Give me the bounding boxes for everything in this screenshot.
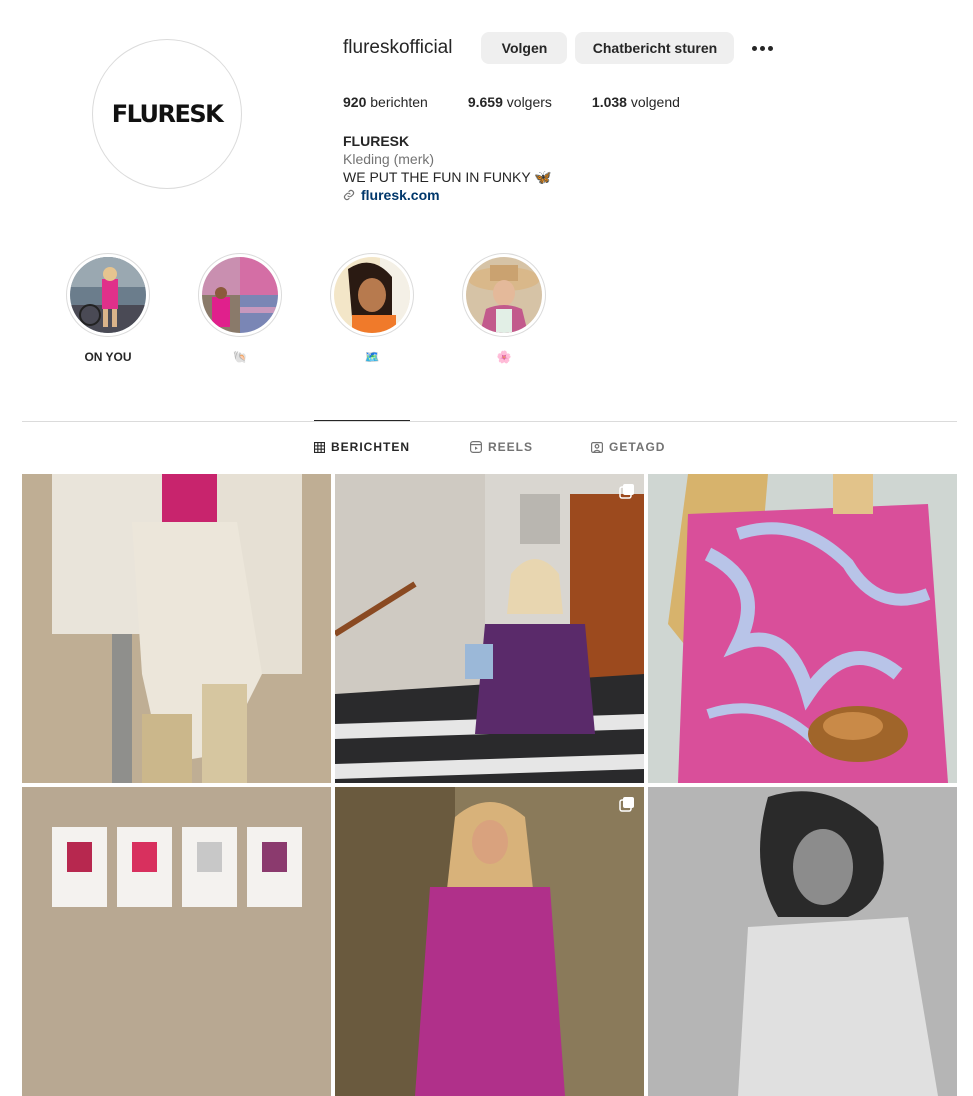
more-horizontal-icon[interactable]	[746, 40, 779, 57]
post-thumbnail[interactable]	[648, 474, 957, 783]
post-thumbnail[interactable]	[335, 474, 644, 783]
username: flureskofficial	[343, 37, 453, 58]
profile-bio: FLURESK Kleding (merk) WE PUT THE FUN IN…	[343, 132, 552, 204]
post-image	[648, 787, 957, 1096]
highlight-item[interactable]: 🐚	[198, 253, 282, 364]
bio-link[interactable]: fluresk.com	[343, 186, 552, 204]
post-image	[335, 787, 644, 1096]
profile-avatar[interactable]: FLURESK	[92, 39, 242, 189]
bio-link-text: fluresk.com	[361, 187, 440, 203]
tab-posts-label: BERICHTEN	[330, 440, 410, 454]
post-thumbnail[interactable]	[648, 787, 957, 1096]
carousel-icon	[619, 484, 634, 499]
post-thumbnail[interactable]	[335, 787, 644, 1096]
highlight-ring	[66, 253, 150, 337]
highlight-ring	[198, 253, 282, 337]
tab-reels[interactable]: REELS	[470, 421, 533, 473]
link-icon	[343, 189, 355, 201]
post-thumbnail[interactable]	[22, 787, 331, 1096]
highlight-label: 🗺️	[364, 350, 380, 364]
highlight-label: 🐚	[232, 350, 248, 364]
tab-reels-label: REELS	[488, 440, 534, 454]
tagged-icon	[591, 442, 603, 453]
follow-button[interactable]: Volgen	[481, 32, 568, 64]
post-image	[22, 474, 331, 783]
avatar-logo-text: FLURESK	[111, 100, 224, 128]
highlight-item[interactable]: ON YOU	[66, 253, 150, 364]
post-thumbnail[interactable]	[22, 474, 331, 783]
profile-stats: 920 berichten 9.659 volgers 1.038 volgen…	[343, 94, 720, 110]
profile-tabs: BERICHTEN REELS GETAGD	[0, 420, 973, 473]
message-button[interactable]: Chatbericht sturen	[575, 32, 735, 64]
post-image	[648, 474, 957, 783]
highlight-label: ON YOU	[84, 350, 132, 364]
highlight-item[interactable]: 🗺️	[330, 253, 414, 364]
highlight-ring	[330, 253, 414, 337]
tab-posts[interactable]: BERICHTEN	[314, 420, 410, 473]
post-image	[22, 787, 331, 1096]
highlight-item[interactable]: 🌸	[462, 253, 546, 364]
post-image	[335, 474, 644, 783]
highlight-image	[70, 257, 146, 333]
highlight-image	[202, 257, 278, 333]
highlight-label: 🌸	[496, 350, 512, 364]
grid-icon	[314, 441, 325, 453]
highlight-image	[334, 257, 410, 333]
bio-text: WE PUT THE FUN IN FUNKY 🦋	[343, 169, 552, 185]
following-count[interactable]: 1.038 volgend	[592, 94, 680, 110]
highlight-image	[466, 257, 542, 333]
highlight-ring	[462, 253, 546, 337]
posts-count: 920 berichten	[343, 94, 428, 110]
tab-tagged[interactable]: GETAGD	[591, 421, 665, 473]
reels-icon	[470, 441, 482, 453]
followers-count[interactable]: 9.659 volgers	[468, 94, 552, 110]
profile-header: flureskofficial Volgen Chatbericht sture…	[343, 32, 779, 64]
profile-name: FLURESK	[343, 133, 410, 149]
carousel-icon	[619, 797, 634, 812]
tab-tagged-label: GETAGD	[609, 440, 666, 454]
story-highlights: ON YOU 🐚 🗺️ 🌸	[66, 253, 594, 364]
profile-category: Kleding (merk)	[343, 151, 435, 167]
